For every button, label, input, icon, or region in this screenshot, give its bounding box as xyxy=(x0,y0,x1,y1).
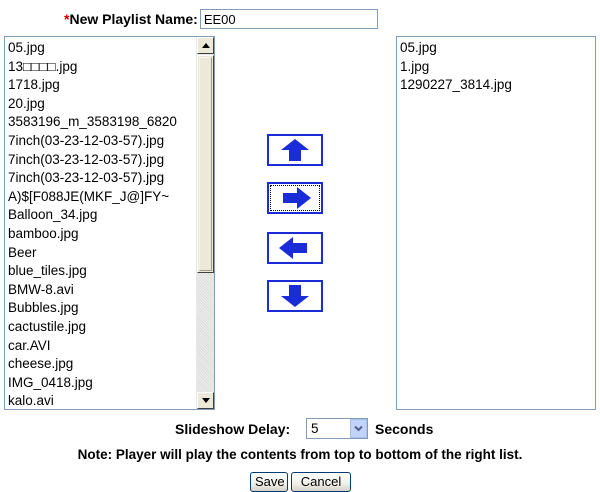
list-item[interactable]: kalo.avi xyxy=(8,392,196,409)
list-item[interactable]: 05.jpg xyxy=(8,39,196,58)
list-item[interactable]: bamboo.jpg xyxy=(8,225,196,244)
available-files-scrollbar[interactable] xyxy=(196,37,214,409)
scroll-thumb[interactable] xyxy=(197,55,214,273)
list-item[interactable]: 7inch(03-23-12-03-57).jpg xyxy=(8,151,196,170)
slideshow-delay-value: 5 xyxy=(311,421,319,436)
list-item[interactable]: 1718.jpg xyxy=(8,76,196,95)
available-files-items: 05.jpg 13□□□□.jpg 1718.jpg 20.jpg 3583196_m_… xyxy=(5,37,196,409)
chevron-down-icon xyxy=(354,425,363,432)
list-item[interactable]: 05.jpg xyxy=(400,39,595,58)
list-item[interactable]: Balloon_34.jpg xyxy=(8,206,196,225)
seconds-label: Seconds xyxy=(375,421,434,437)
list-item[interactable]: BMW-8.avi xyxy=(8,281,196,300)
slideshow-delay-row: Slideshow Delay: 5 Seconds xyxy=(0,418,600,440)
list-item[interactable]: cheese.jpg xyxy=(8,355,196,374)
arrow-left-icon xyxy=(279,237,307,259)
slideshow-delay-label: Slideshow Delay: xyxy=(175,421,291,437)
slideshow-delay-select[interactable]: 5 xyxy=(306,418,368,439)
remove-from-playlist-button[interactable] xyxy=(267,232,323,264)
list-item[interactable]: IMG_0418.jpg xyxy=(8,374,196,393)
arrow-right-icon xyxy=(283,187,311,209)
playlist-name-label: New Playlist Name: xyxy=(69,11,198,27)
list-item[interactable]: Bubbles.jpg xyxy=(8,299,196,318)
triangle-up-icon xyxy=(201,43,210,48)
move-down-button[interactable] xyxy=(267,280,323,312)
list-item[interactable]: cactustile.jpg xyxy=(8,318,196,337)
list-item[interactable]: 7inch(03-23-12-03-57).jpg xyxy=(8,169,196,188)
move-up-button[interactable] xyxy=(267,134,323,166)
arrow-down-icon xyxy=(281,285,309,307)
list-item[interactable]: 20.jpg xyxy=(8,95,196,114)
scroll-down-button[interactable] xyxy=(197,392,214,409)
cancel-button[interactable]: Cancel xyxy=(291,472,351,492)
list-item[interactable]: A)$[F088JE(MKF_J@]FY~ xyxy=(8,188,196,207)
save-button[interactable]: Save xyxy=(250,472,288,492)
playlist-name-row: * New Playlist Name: xyxy=(64,8,378,30)
list-item[interactable]: blue_tiles.jpg xyxy=(8,262,196,281)
list-item[interactable]: 1.jpg xyxy=(400,58,595,77)
list-item[interactable]: 7inch(03-23-12-03-57).jpg xyxy=(8,132,196,151)
playback-note: Note: Player will play the contents from… xyxy=(77,447,523,462)
arrow-up-icon xyxy=(281,139,309,161)
dropdown-button[interactable] xyxy=(350,419,367,438)
playlist-name-input[interactable] xyxy=(199,9,378,29)
scroll-up-button[interactable] xyxy=(197,37,214,54)
available-files-list[interactable]: 05.jpg 13□□□□.jpg 1718.jpg 20.jpg 3583196_m_… xyxy=(4,36,215,410)
list-item[interactable]: car.AVI xyxy=(8,337,196,356)
playlist-files-items: 05.jpg 1.jpg 1290227_3814.jpg xyxy=(397,37,595,95)
list-item[interactable]: Beer xyxy=(8,244,196,263)
list-item[interactable]: 13□□□□.jpg xyxy=(8,58,196,77)
list-item[interactable]: 1290227_3814.jpg xyxy=(400,76,595,95)
add-to-playlist-button[interactable] xyxy=(267,182,323,214)
playlist-files-list[interactable]: 05.jpg 1.jpg 1290227_3814.jpg xyxy=(396,36,596,410)
list-item[interactable]: 3583196_m_3583198_6820 xyxy=(8,113,196,132)
triangle-down-icon xyxy=(201,398,210,403)
